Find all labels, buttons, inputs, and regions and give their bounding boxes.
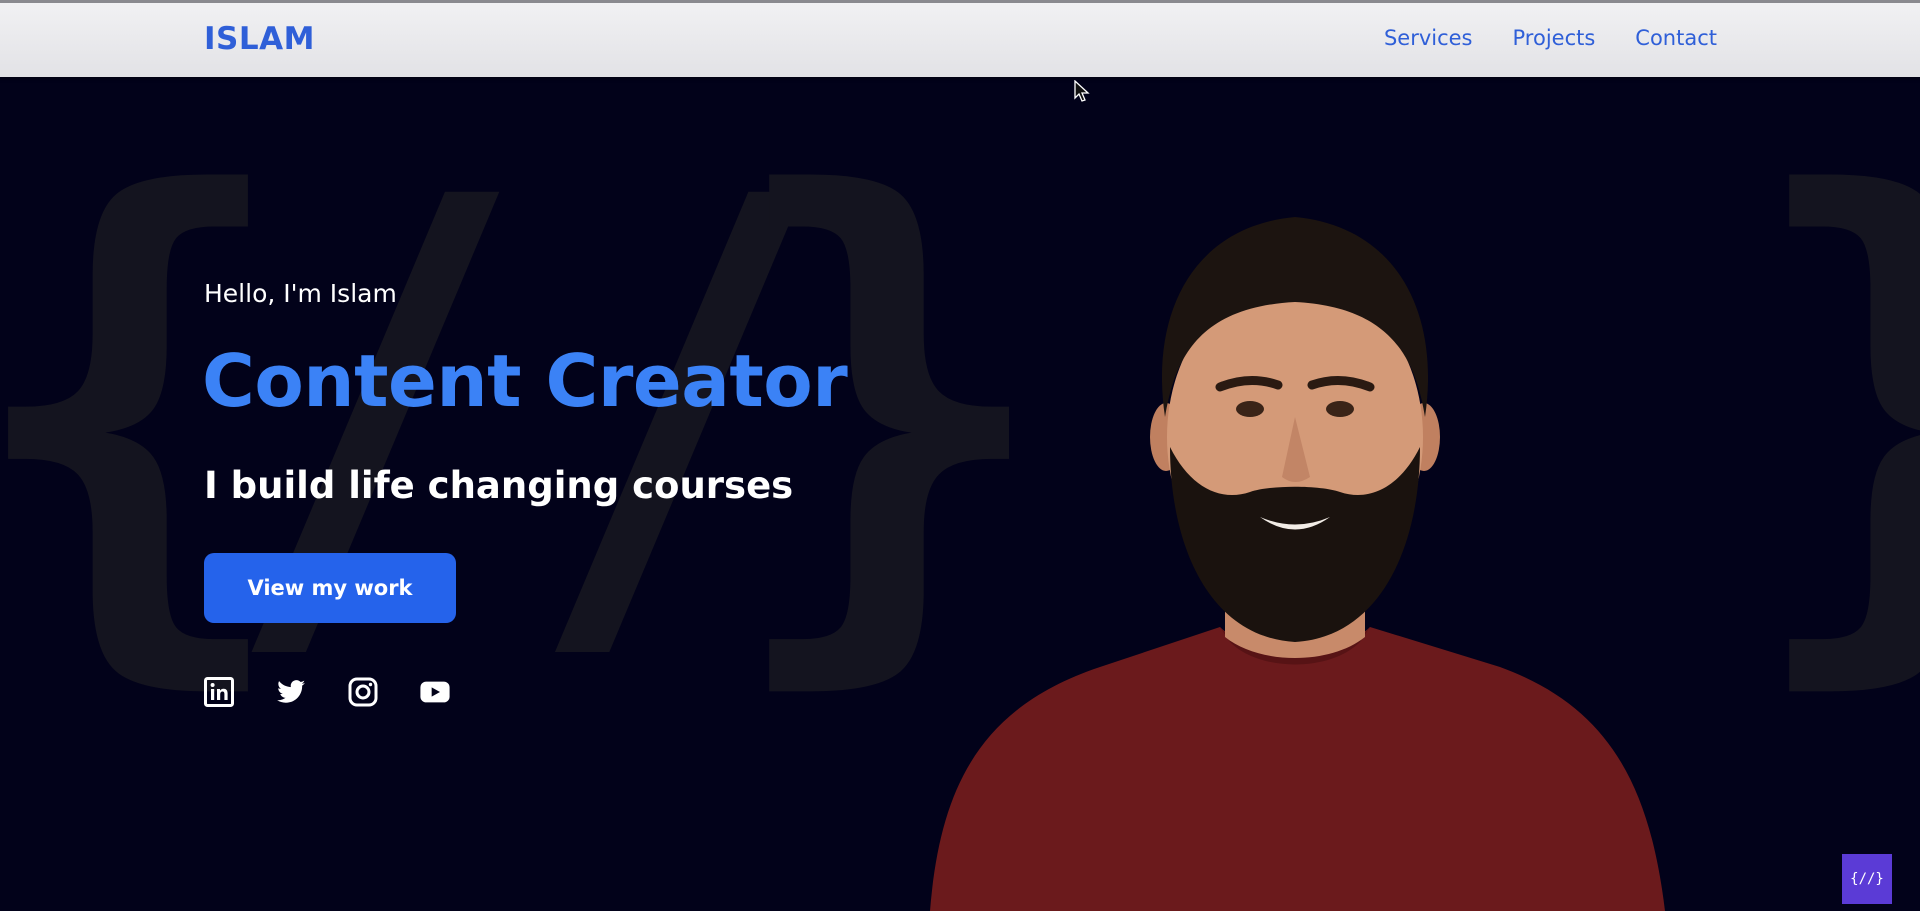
nav-link-services[interactable]: Services	[1384, 26, 1473, 50]
top-navbar: ISLAM Services Projects Contact	[0, 0, 1920, 77]
hero-title: Content Creator	[202, 339, 848, 423]
hero-subtitle: I build life changing courses	[204, 464, 794, 507]
mouse-cursor-icon	[1074, 79, 1090, 108]
instagram-icon[interactable]	[348, 677, 378, 707]
social-links	[204, 677, 450, 707]
hero-section: { // } } Hello, I'm Islam Content Creato…	[0, 77, 1920, 911]
nav-links: Services Projects Contact	[1384, 26, 1717, 50]
twitter-icon[interactable]	[276, 677, 306, 707]
bg-brace-right-edge: }	[1740, 127, 1920, 687]
view-my-work-button[interactable]: View my work	[204, 553, 456, 623]
logo[interactable]: ISLAM	[204, 21, 315, 57]
corner-logo-badge[interactable]: {//}	[1842, 854, 1892, 904]
nav-link-contact[interactable]: Contact	[1635, 26, 1717, 50]
hero-greeting: Hello, I'm Islam	[204, 279, 397, 308]
youtube-icon[interactable]	[420, 677, 450, 707]
nav-link-projects[interactable]: Projects	[1513, 26, 1596, 50]
profile-photo	[920, 187, 1680, 911]
linkedin-icon[interactable]	[204, 677, 234, 707]
